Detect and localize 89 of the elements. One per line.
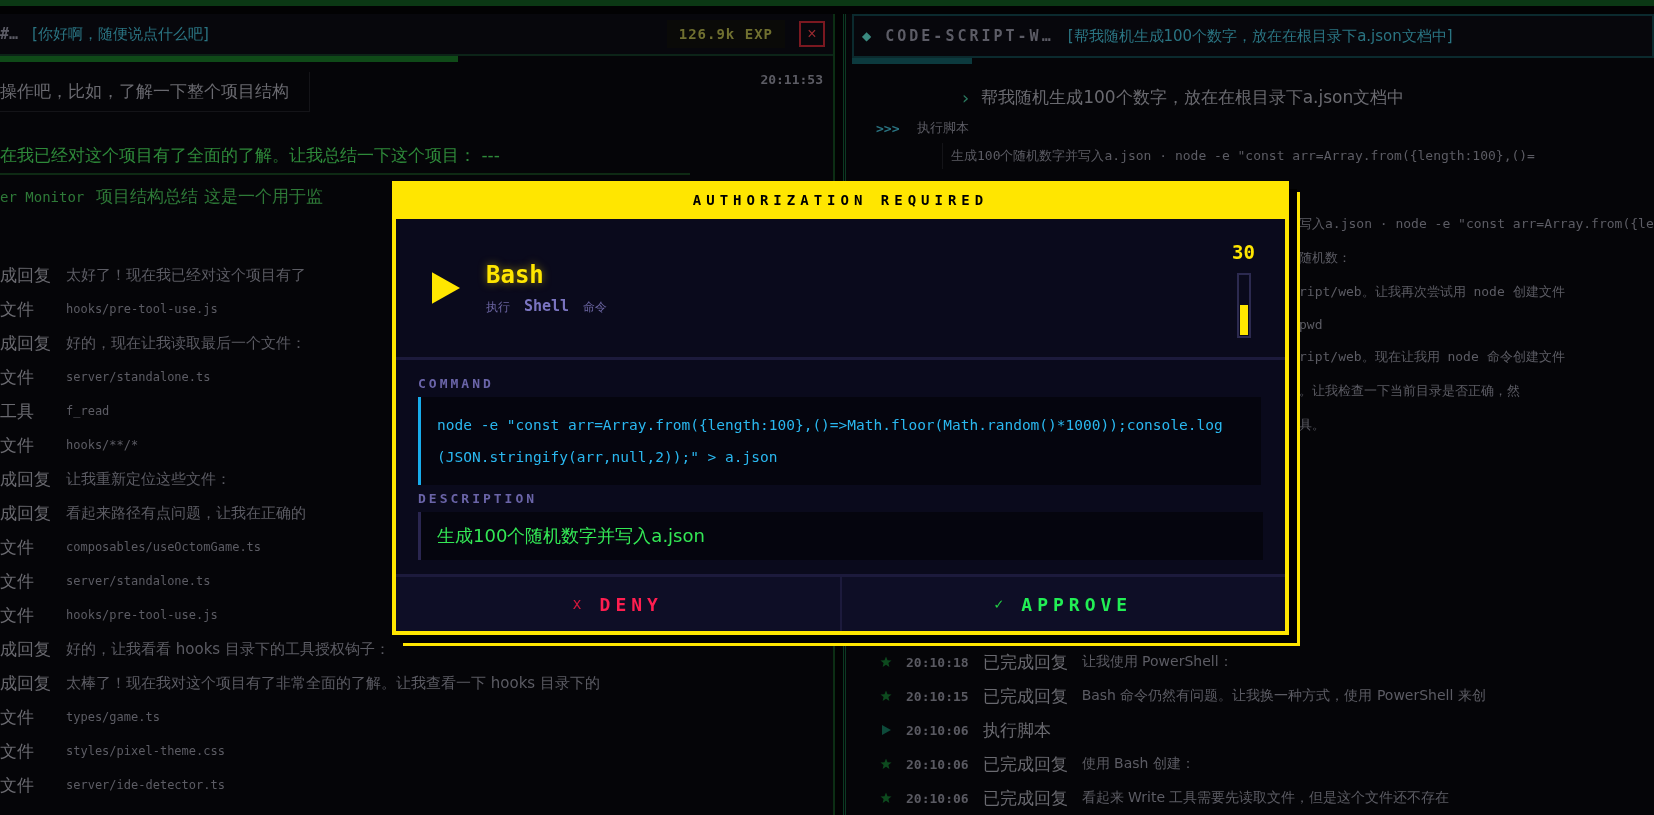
log-label: 文件 [0,433,35,457]
step-detail: 生成100个随机数字并写入a.json · node -e "const arr=Array.from({length:100},()= [942,143,1654,169]
log-text: 随机数： [1299,249,1352,267]
log-text: hooks/**/* [66,438,139,452]
timestamp: 20:10:06 [906,790,969,806]
log-text: 看起来 Write 工具需要先读取文件，但是这个文件还不存在 [1081,789,1450,807]
log-text: styles/pixel-theme.css [66,744,225,758]
cross-icon: x [572,595,582,613]
timestamp: 20:10:06 [906,722,969,738]
tool-caption: 执行 [486,298,510,316]
timestamp: 20:10:18 [906,654,969,670]
section-label: DESCRIPTION [418,491,539,506]
log-text: server/standalone.ts [66,370,211,384]
tool-caption: Shell [524,296,570,315]
log-text: server/standalone.ts [66,574,211,588]
log-label: 成回复 [0,637,52,661]
command-text: node -e "const arr=Array.from({length:100},()=>Math.floor(Math.random()*1000));console.log(JSON.stringify(arr,null,2));" > a.json [418,397,1261,485]
summary-text: 项目结构总结 这是一个用于监 [96,185,323,208]
log-label: 成回复 [0,467,52,491]
log-label: 文件 [0,297,35,321]
timestamp: 20:11:53 [760,72,823,87]
timestamp: 20:10:06 [906,756,969,772]
chevron-icon: › [962,87,970,108]
summary-text: 在我已经对这个项目有了全面的了解。让我总结一下这个项目： --- [0,142,690,175]
log-text: 具。 [1299,416,1326,434]
user-message: 操作吧，比如，了解一下整个项目结构 [0,72,310,112]
log-label: 文件 [0,773,35,797]
log-text: 看起来路径有点问题，让我在正确的 [66,503,306,523]
user-message: 帮我随机生成100个数字，放在在根目录下a.json文档中 [981,86,1405,109]
log-text: 让我使用 PowerShell： [1081,653,1233,671]
tool-name: Bash [486,260,545,289]
log-label: 成回复 [0,331,52,355]
play-icon [880,724,892,736]
log-text: hooks/pre-tool-use.js [66,302,218,316]
log-label: 成回复 [0,501,52,525]
log-text: pwd [1299,317,1324,332]
log-label: 已完成回复 [982,684,1068,708]
log-text: hooks/pre-tool-use.js [66,608,218,622]
prompt-marker: >>> [876,120,900,136]
exp-badge: 126.9k EXP [666,20,785,48]
log-text: types/game.ts [66,710,160,724]
code-text: er Monitor [0,189,85,205]
step-title: 执行脚本 [917,119,970,137]
close-button[interactable]: × [799,21,825,47]
section-label: COMMAND [418,376,495,391]
log-text: server/ide-detector.ts [66,778,225,792]
star-icon [880,792,892,804]
log-text: 写入a.json · node -e "const arr=Array.from({le [1299,215,1654,233]
log-label: 已完成回复 [982,650,1068,674]
log-label: 成回复 [0,671,52,695]
log-text: composables/useOctomGame.ts [66,540,262,554]
star-icon [880,690,892,702]
log-text: 好的，让我看看 hooks 目录下的工具授权钩子： [66,639,390,659]
log-label: 工具 [0,399,35,423]
panel-title: CODE-SCRIPT-W… [885,27,1054,45]
log-label: 成回复 [0,263,52,287]
log-text: 好的，现在让我读取最后一个文件： [66,333,306,353]
check-icon: ✓ [994,595,1004,613]
countdown-text: 30 [1232,241,1255,263]
deny-button[interactable]: x DENY [396,577,840,631]
panel-subtitle: [帮我随机生成100个数字，放在在根目录下a.json文档中] [1067,26,1453,46]
log-label: 已完成回复 [982,752,1068,776]
approve-button[interactable]: ✓ APPROVE [839,577,1285,631]
timestamp: 20:10:15 [906,688,969,704]
panel-subtitle: [你好啊，随便说点什么吧] [32,24,209,44]
panel-title: #… [0,25,19,43]
diamond-icon: ◆ [862,29,872,43]
log-label: 文件 [0,603,35,627]
star-icon [880,656,892,668]
log-text: 让我重新定位这些文件： [66,469,231,489]
log-text: f_read [66,404,110,418]
log-label: 文件 [0,739,35,763]
log-text: Bash 命令仍然有问题。让我换一种方式，使用 PowerShell 来创 [1081,687,1486,705]
log-text: ript/web。让我再次尝试用 node 创建文件 [1299,283,1566,301]
log-text: 太棒了！现在我对这个项目有了非常全面的了解。让我查看一下 hooks 目录下的 [66,673,600,693]
description-text: 生成100个随机数字并写入a.json [418,512,1263,560]
log-text: 使用 Bash 创建： [1081,755,1195,773]
log-label: 已完成回复 [982,786,1068,810]
log-text: ript/web。现在让我用 node 命令创建文件 [1299,348,1566,366]
log-label: 文件 [0,365,35,389]
log-label: 文件 [0,705,35,729]
log-label: 执行脚本 [982,718,1051,742]
play-icon [432,272,460,304]
dialog-title: AUTHORIZATION REQUIRED [396,185,1285,219]
tool-caption: 命令 [583,298,608,316]
log-label: 文件 [0,535,35,559]
log-label: 文件 [0,569,35,593]
log-text: 太好了！现在我已经对这个项目有了 [66,265,306,285]
star-icon [880,758,892,770]
